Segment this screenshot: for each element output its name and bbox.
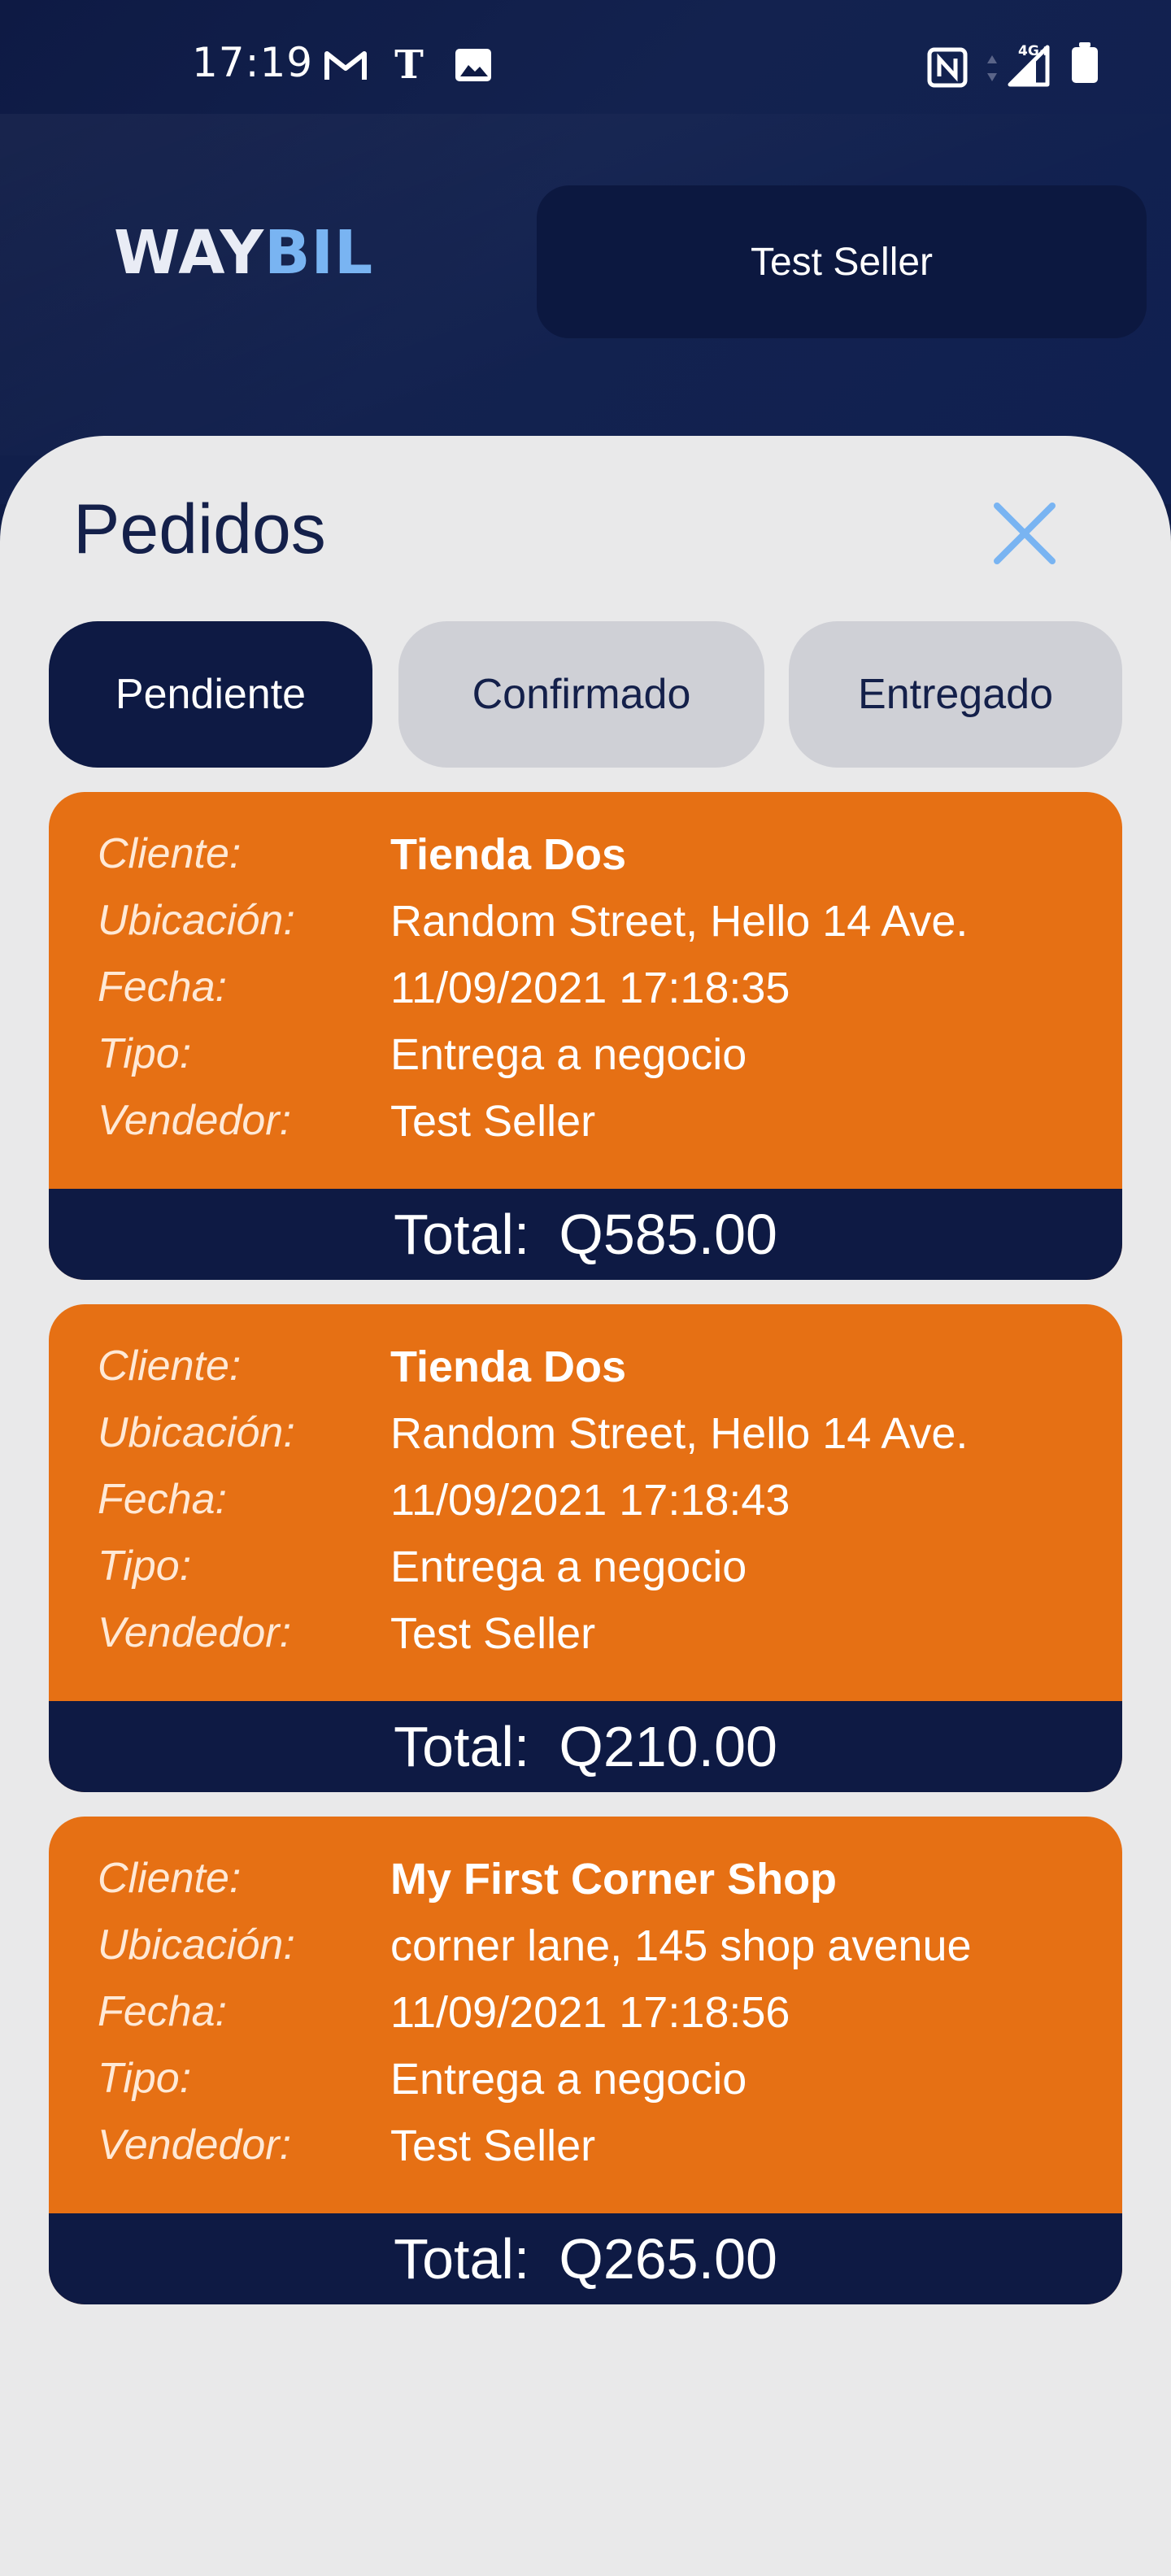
- ubicacion-label: Ubicación:: [98, 897, 295, 944]
- ubicacion-value: Random Street, Hello 14 Ave.: [390, 1409, 969, 1458]
- vendedor-label: Vendedor:: [98, 1097, 292, 1144]
- vendedor-label: Vendedor:: [98, 2121, 292, 2169]
- image-icon: [454, 47, 493, 83]
- total-label: Total:: [394, 1203, 530, 1266]
- order-card-body: Cliente: Tienda Dos Ubicación: Random St…: [49, 1304, 1122, 1701]
- status-time: 17:19: [192, 39, 314, 86]
- total-value: Q210.00: [559, 1715, 777, 1778]
- cliente-value: Tienda Dos: [390, 1342, 627, 1391]
- logo-part-way: WAY: [114, 218, 265, 288]
- data-arrows-icon: [986, 54, 999, 83]
- waybil-logo: WAYBIL: [114, 223, 373, 283]
- order-total-bar: Total: Q210.00: [49, 1701, 1122, 1792]
- order-row-ubicacion: Ubicación: Random Street, Hello 14 Ave.: [98, 1408, 1106, 1475]
- order-row-cliente: Cliente: My First Corner Shop: [98, 1854, 1106, 1921]
- status-bar: 17:19 T 4G+: [0, 0, 1171, 130]
- tipo-value: Entrega a negocio: [390, 1543, 747, 1591]
- vendedor-value: Test Seller: [390, 1609, 596, 1658]
- order-row-fecha: Fecha: 11/09/2021 17:18:43: [98, 1475, 1106, 1542]
- cliente-label: Cliente:: [98, 1342, 242, 1390]
- ubicacion-value: Random Street, Hello 14 Ave.: [390, 897, 969, 946]
- order-row-tipo: Tipo: Entrega a negocio: [98, 2054, 1106, 2121]
- fecha-label: Fecha:: [98, 964, 227, 1011]
- order-row-fecha: Fecha: 11/09/2021 17:18:56: [98, 1987, 1106, 2054]
- tipo-value: Entrega a negocio: [390, 1030, 747, 1079]
- vendedor-value: Test Seller: [390, 1097, 596, 1146]
- tipo-value: Entrega a negocio: [390, 2055, 747, 2104]
- orders-sheet: Pedidos Pendiente Confirmado Entregado C…: [0, 436, 1171, 2576]
- ubicacion-value: corner lane, 145 shop avenue: [390, 1921, 972, 1970]
- tipo-label: Tipo:: [98, 1543, 192, 1590]
- cliente-label: Cliente:: [98, 1855, 242, 1902]
- cliente-value: My First Corner Shop: [390, 1855, 838, 1904]
- order-row-tipo: Tipo: Entrega a negocio: [98, 1029, 1106, 1096]
- order-row-vendedor: Vendedor: Test Seller: [98, 1608, 1106, 1675]
- order-row-vendedor: Vendedor: Test Seller: [98, 2121, 1106, 2187]
- app-screen: 17:19 T 4G+ WAYBIL Test Seller Pedidos P…: [0, 0, 1171, 2576]
- order-row-cliente: Cliente: Tienda Dos: [98, 829, 1106, 896]
- status-tabs: Pendiente Confirmado Entregado: [49, 621, 1122, 768]
- gmail-icon: [324, 47, 368, 83]
- cliente-label: Cliente:: [98, 830, 242, 877]
- seller-button[interactable]: Test Seller: [537, 185, 1147, 338]
- order-total-bar: Total: Q585.00: [49, 1189, 1122, 1280]
- vendedor-value: Test Seller: [390, 2121, 596, 2170]
- fecha-value: 11/09/2021 17:18:56: [390, 1988, 790, 2037]
- order-row-ubicacion: Ubicación: Random Street, Hello 14 Ave.: [98, 896, 1106, 963]
- nfc-icon: [927, 47, 968, 88]
- fecha-value: 11/09/2021 17:18:35: [390, 964, 790, 1012]
- cliente-value: Tienda Dos: [390, 830, 627, 879]
- tipo-label: Tipo:: [98, 1030, 192, 1077]
- order-row-vendedor: Vendedor: Test Seller: [98, 1096, 1106, 1163]
- logo-part-bil: BIL: [264, 218, 374, 288]
- order-card[interactable]: Cliente: Tienda Dos Ubicación: Random St…: [49, 1304, 1122, 1792]
- ubicacion-label: Ubicación:: [98, 1921, 295, 1969]
- svg-text:T: T: [394, 42, 424, 86]
- order-card-body: Cliente: Tienda Dos Ubicación: Random St…: [49, 792, 1122, 1189]
- order-row-fecha: Fecha: 11/09/2021 17:18:35: [98, 963, 1106, 1029]
- network-label: 4G+: [1018, 43, 1051, 59]
- battery-icon: [1070, 42, 1099, 85]
- page-title: Pedidos: [73, 490, 326, 568]
- fecha-value: 11/09/2021 17:18:43: [390, 1476, 790, 1525]
- total-value: Q585.00: [559, 1203, 777, 1266]
- fecha-label: Fecha:: [98, 1988, 227, 2035]
- order-card-body: Cliente: My First Corner Shop Ubicación:…: [49, 1817, 1122, 2213]
- ubicacion-label: Ubicación:: [98, 1409, 295, 1456]
- signal-4g-icon: 4G+: [1007, 41, 1051, 88]
- order-row-ubicacion: Ubicación: corner lane, 145 shop avenue: [98, 1921, 1106, 1987]
- order-card[interactable]: Cliente: My First Corner Shop Ubicación:…: [49, 1817, 1122, 2304]
- order-card[interactable]: Cliente: Tienda Dos Ubicación: Random St…: [49, 792, 1122, 1280]
- total-label: Total:: [394, 2227, 530, 2291]
- vendedor-label: Vendedor:: [98, 1609, 292, 1656]
- total-label: Total:: [394, 1715, 530, 1778]
- tab-pendiente[interactable]: Pendiente: [49, 621, 372, 768]
- order-row-tipo: Tipo: Entrega a negocio: [98, 1542, 1106, 1608]
- order-row-cliente: Cliente: Tienda Dos: [98, 1342, 1106, 1408]
- order-total-bar: Total: Q265.00: [49, 2213, 1122, 2304]
- tipo-label: Tipo:: [98, 2055, 192, 2102]
- close-icon[interactable]: [989, 498, 1060, 569]
- fecha-label: Fecha:: [98, 1476, 227, 1523]
- total-value: Q265.00: [559, 2227, 777, 2291]
- nytimes-icon: T: [389, 42, 429, 86]
- tab-entregado[interactable]: Entregado: [789, 621, 1122, 768]
- tab-confirmado[interactable]: Confirmado: [398, 621, 764, 768]
